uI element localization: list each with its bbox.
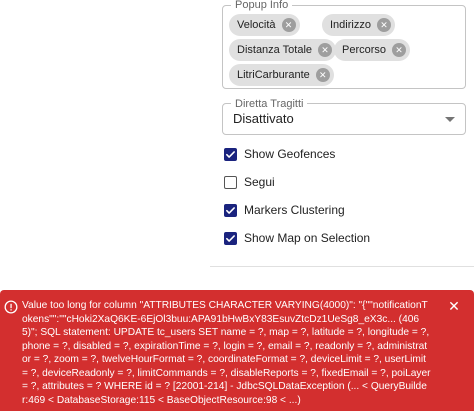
- direction-select[interactable]: Diretta Tragitti Disattivato: [222, 97, 466, 135]
- direction-select-value: Disattivato: [233, 111, 294, 126]
- chip-percorso: Percorso ✕: [334, 39, 411, 61]
- error-message: Value too long for column "ATTRIBUTES CH…: [22, 300, 434, 406]
- chip-label: LitriCarburante: [237, 69, 310, 81]
- check-icon[interactable]: [224, 147, 237, 161]
- chip-indirizzo: Indirizzo ✕: [322, 14, 395, 36]
- checkbox-show-map-on-selection[interactable]: Show Map on Selection: [224, 228, 370, 248]
- divider: [210, 266, 474, 267]
- check-icon[interactable]: [224, 203, 237, 217]
- chip-label: Distanza Totale: [237, 44, 313, 56]
- chip-label: Indirizzo: [330, 19, 371, 31]
- error-circle-icon: [4, 300, 18, 314]
- arrow-drop-down-icon: [445, 117, 455, 122]
- cancel-circle-icon[interactable]: ✕: [318, 43, 333, 57]
- checkbox-label: Segui: [244, 175, 275, 189]
- cancel-circle-icon[interactable]: ✕: [281, 18, 296, 32]
- error-snackbar: Value too long for column "ATTRIBUTES CH…: [0, 290, 474, 411]
- checkbox-empty-icon[interactable]: [224, 175, 237, 189]
- direction-select-legend: Diretta Tragitti: [231, 97, 308, 111]
- check-icon[interactable]: [224, 231, 237, 245]
- checkbox-label: Show Map on Selection: [244, 231, 371, 245]
- checkbox-show-geofences[interactable]: Show Geofences: [224, 144, 335, 164]
- cancel-circle-icon[interactable]: ✕: [315, 68, 330, 82]
- checkbox-label: Markers Clustering: [244, 203, 345, 217]
- popup-info-legend: Popup Info: [231, 0, 293, 12]
- popup-info-field[interactable]: Popup Info Velocità ✕ Indirizzo ✕ Distan…: [222, 0, 466, 89]
- chip-label: Percorso: [342, 44, 387, 56]
- chip-velocita: Velocità ✕: [229, 14, 300, 36]
- close-icon[interactable]: ✕: [446, 298, 462, 314]
- checkbox-label: Show Geofences: [244, 147, 336, 161]
- chip-litri-carburante: LitriCarburante ✕: [229, 64, 334, 86]
- checkbox-markers-clustering[interactable]: Markers Clustering: [224, 200, 345, 220]
- cancel-circle-icon[interactable]: ✕: [392, 43, 407, 57]
- cancel-circle-icon[interactable]: ✕: [376, 18, 391, 32]
- checkbox-segui[interactable]: Segui: [224, 172, 275, 192]
- chip-label: Velocità: [237, 19, 276, 31]
- chip-distanza-totale: Distanza Totale ✕: [229, 39, 337, 61]
